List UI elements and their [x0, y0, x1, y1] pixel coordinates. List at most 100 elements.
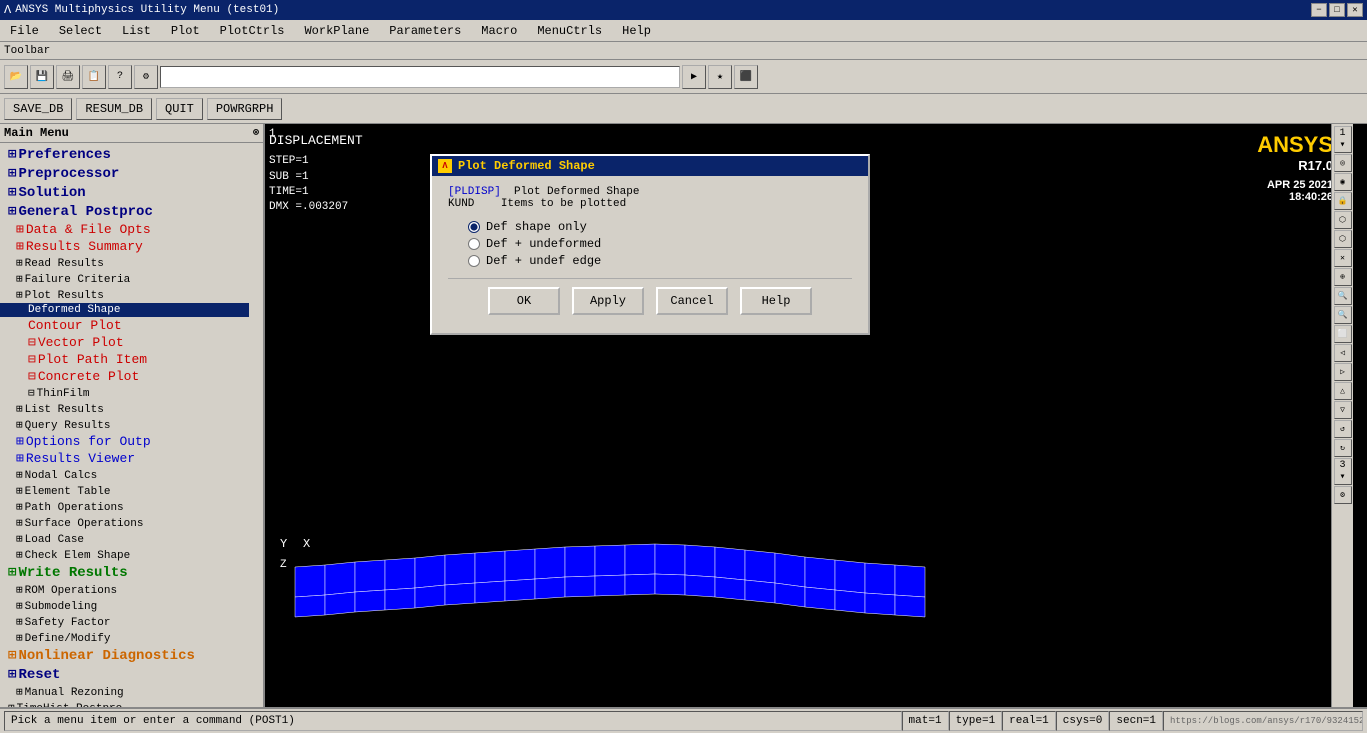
left-panel: Main Menu ⊗ ⊞Preferences ⊞Preprocessor ⊞… [0, 124, 265, 707]
viewport-inner: 1 DISPLACEMENT STEP=1 SUB =1 TIME=1 DMX … [265, 124, 1353, 707]
menu-safety-factor[interactable]: ⊞Safety Factor [0, 614, 249, 630]
menu-preferences[interactable]: ⊞Preferences [0, 145, 249, 164]
dialog-apply-button[interactable]: Apply [572, 287, 644, 315]
menu-nodal-calcs[interactable]: ⊞Nodal Calcs [0, 467, 249, 483]
dialog-cancel-button[interactable]: Cancel [656, 287, 728, 315]
toolbar-run3[interactable]: ⬛ [734, 65, 758, 89]
menu-select[interactable]: Select [53, 22, 108, 40]
menu-manual-rezoning[interactable]: ⊞Manual Rezoning [0, 684, 249, 700]
menu-plot-path-item[interactable]: ⊟Plot Path Item [0, 351, 249, 368]
save-db-button[interactable]: SAVE_DB [4, 98, 72, 120]
menu-contour-plot[interactable]: Contour Plot [0, 317, 249, 334]
dialog-ok-button[interactable]: OK [488, 287, 560, 315]
menu-check-elem-shape[interactable]: ⊞Check Elem Shape [0, 547, 249, 563]
collapse-icon[interactable]: ⊗ [253, 127, 259, 139]
menu-concrete-plot[interactable]: ⊟Concrete Plot [0, 368, 249, 385]
dialog-titlebar: Λ Plot Deformed Shape [432, 156, 868, 176]
dialog-cmd-desc: Plot Deformed Shape [514, 186, 639, 198]
menu-preprocessor[interactable]: ⊞Preprocessor [0, 164, 249, 183]
viewport-area: 1 DISPLACEMENT STEP=1 SUB =1 TIME=1 DMX … [265, 124, 1367, 707]
menu-vector-plot[interactable]: ⊟Vector Plot [0, 334, 249, 351]
menu-plot-results[interactable]: ⊞Plot Results [0, 287, 249, 303]
dialog-buttons: OK Apply Cancel Help [448, 278, 852, 323]
dialog-sub-key: KUND [448, 198, 474, 210]
menu-plot[interactable]: Plot [165, 22, 206, 40]
left-panel-header: Main Menu ⊗ [0, 124, 263, 143]
title-bar-left: Λ ANSYS Multiphysics Utility Menu (test0… [4, 3, 279, 17]
command-input[interactable] [160, 66, 680, 88]
toolbar-run2[interactable]: ★ [708, 65, 732, 89]
dialog-title: Plot Deformed Shape [458, 159, 595, 173]
menu-plotctrls[interactable]: PlotCtrls [214, 22, 291, 40]
resum-db-button[interactable]: RESUM_DB [76, 98, 152, 120]
dialog-sub-val-text: Items to be plotted [501, 198, 626, 210]
status-csys: csys=0 [1056, 711, 1110, 731]
radio-def-undef-edge[interactable] [468, 255, 480, 267]
menu-list-results[interactable]: ⊞List Results [0, 401, 249, 417]
radio-row-1: Def shape only [468, 220, 852, 234]
toolbar-print[interactable]: 🖨 [56, 65, 80, 89]
menu-surface-operations[interactable]: ⊞Surface Operations [0, 515, 249, 531]
menu-rom-operations[interactable]: ⊞ROM Operations [0, 582, 249, 598]
menu-results-summary[interactable]: ⊞Results Summary [0, 238, 249, 255]
menu-define-modify[interactable]: ⊞Define/Modify [0, 630, 249, 646]
menu-query-results[interactable]: ⊞Query Results [0, 417, 249, 433]
radio-def-undeformed[interactable] [468, 238, 480, 250]
toolbar-copy[interactable]: 📋 [82, 65, 106, 89]
status-secn: secn=1 [1109, 711, 1163, 731]
menu-thinfilm[interactable]: ⊟ThinFilm [0, 385, 249, 401]
menu-element-table[interactable]: ⊞Element Table [0, 483, 249, 499]
toolbar-extra[interactable]: ⚙ [134, 65, 158, 89]
status-message: Pick a menu item or enter a command (POS… [4, 711, 902, 731]
menu-results-viewer[interactable]: ⊞Results Viewer [0, 450, 249, 467]
title-bar-text: ANSYS Multiphysics Utility Menu (test01) [15, 4, 279, 16]
dialog-content: [PLDISP] Plot Deformed Shape KUND Items t… [432, 176, 868, 333]
menu-write-results[interactable]: ⊞Write Results [0, 563, 249, 582]
menu-timehist-postpro[interactable]: ⊞TimeHist Postpro [0, 700, 249, 707]
menu-parameters[interactable]: Parameters [383, 22, 467, 40]
maximize-button[interactable]: □ [1329, 3, 1345, 17]
dialog-header-text: [PLDISP] Plot Deformed Shape KUND Items t… [448, 186, 852, 210]
left-panel-content[interactable]: ⊞Preferences ⊞Preprocessor ⊞Solution ⊞Ge… [0, 143, 263, 707]
menu-menuctrls[interactable]: MenuCtrls [531, 22, 608, 40]
title-bar-controls[interactable]: − □ ✕ [1311, 3, 1363, 17]
menu-list[interactable]: List [116, 22, 157, 40]
menu-path-operations[interactable]: ⊞Path Operations [0, 499, 249, 515]
dialog-overlay: Λ Plot Deformed Shape [PLDISP] Plot Defo… [265, 124, 1353, 707]
toolbar-help[interactable]: ? [108, 65, 132, 89]
menu-load-case[interactable]: ⊞Load Case [0, 531, 249, 547]
menu-help[interactable]: Help [616, 22, 657, 40]
menu-nonlinear-diagnostics[interactable]: ⊞Nonlinear Diagnostics [0, 646, 249, 665]
menu-macro[interactable]: Macro [475, 22, 523, 40]
menu-data-file-opts[interactable]: ⊞Data & File Opts [0, 221, 249, 238]
menu-deformed-shape[interactable]: Deformed Shape [0, 303, 249, 317]
close-button[interactable]: ✕ [1347, 3, 1363, 17]
menu-options-for-outp[interactable]: ⊞Options for Outp [0, 433, 249, 450]
toolbar-open[interactable]: 📂 [4, 65, 28, 89]
quit-button[interactable]: QUIT [156, 98, 203, 120]
status-mat: mat=1 [902, 711, 949, 731]
radio-def-shape-only[interactable] [468, 221, 480, 233]
radio-label-3: Def + undef edge [486, 254, 601, 268]
menu-reset[interactable]: ⊞Reset [0, 665, 249, 684]
powrgrph-button[interactable]: POWRGRPH [207, 98, 283, 120]
menu-general-postproc[interactable]: ⊞General Postproc [0, 202, 249, 221]
dialog-radio-group: Def shape only Def + undeformed Def + un… [448, 220, 852, 268]
toolbar-strip: 📂 💾 🖨 📋 ? ⚙ ▶ ★ ⬛ [0, 60, 1367, 94]
main-menu-label: Main Menu [4, 126, 69, 140]
title-bar: Λ ANSYS Multiphysics Utility Menu (test0… [0, 0, 1367, 20]
status-bar: Pick a menu item or enter a command (POS… [0, 707, 1367, 733]
minimize-button[interactable]: − [1311, 3, 1327, 17]
menu-file[interactable]: File [4, 22, 45, 40]
toolbar-save[interactable]: 💾 [30, 65, 54, 89]
quick-toolbar: SAVE_DB RESUM_DB QUIT POWRGRPH [0, 94, 1367, 124]
menu-submodeling[interactable]: ⊞Submodeling [0, 598, 249, 614]
toolbar-run1[interactable]: ▶ [682, 65, 706, 89]
menu-solution[interactable]: ⊞Solution [0, 183, 249, 202]
app-icon: Λ [4, 3, 11, 17]
dialog-cmd-label: [PLDISP] [448, 186, 501, 198]
dialog-help-button[interactable]: Help [740, 287, 812, 315]
menu-failure-criteria[interactable]: ⊞Failure Criteria [0, 271, 249, 287]
menu-workplane[interactable]: WorkPlane [298, 22, 375, 40]
menu-read-results[interactable]: ⊞Read Results [0, 255, 249, 271]
